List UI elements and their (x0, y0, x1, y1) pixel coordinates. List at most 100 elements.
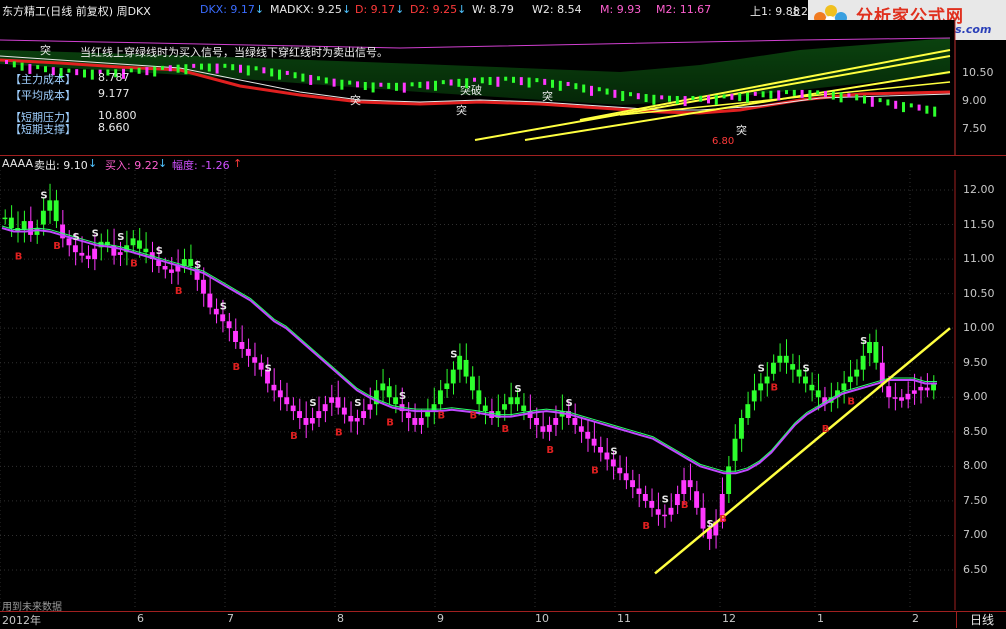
candle-body (738, 418, 744, 439)
candle-body (892, 397, 898, 399)
sell-signal-label: S (514, 384, 521, 395)
candle-body (245, 348, 251, 356)
y-tick-label: 10.00 (963, 321, 995, 335)
candle-body (117, 252, 123, 255)
buy-signal-label: B (437, 410, 445, 421)
candle-body (470, 376, 475, 391)
sell-signal-label: S (610, 446, 617, 457)
candle-body (297, 411, 302, 418)
y-tick-label: 9.50 (963, 355, 988, 369)
candle-body (188, 259, 194, 266)
buy-signal-label: B (719, 514, 727, 525)
candle-body (412, 418, 418, 425)
candle-body (34, 228, 40, 235)
buy-signal-label: B (642, 521, 650, 532)
y-tick-label: 11.50 (963, 217, 995, 231)
candle-body (534, 418, 539, 425)
candle-body (796, 369, 802, 377)
candle-body (386, 386, 392, 398)
candle-body (239, 342, 245, 349)
buy-signal-label: B (847, 397, 855, 408)
y-tick-label: 8.50 (963, 424, 988, 438)
indicator-buy-arrow: ↓ (158, 157, 168, 170)
buy-signal-label: B (546, 445, 554, 456)
x-tick-label: 1 (817, 612, 824, 625)
candle-body (546, 424, 552, 432)
candle-body (341, 407, 347, 415)
sell-signal-label: S (194, 260, 201, 271)
candle-body (918, 386, 924, 391)
candle-body (21, 221, 27, 230)
sell-signal-label: S (117, 232, 124, 243)
candle-body (290, 405, 296, 412)
buy-signal-label: B (53, 241, 61, 252)
candle-body (668, 507, 674, 515)
sell-signal-label: S (354, 398, 361, 409)
sell-signal-label: S (860, 336, 867, 347)
candle-body (674, 494, 680, 506)
candle-body (284, 397, 290, 405)
sell-signal-label: S (566, 398, 573, 409)
candle-body (450, 369, 456, 384)
period-label[interactable]: 日线 (956, 611, 1006, 628)
sell-signal-label: S (265, 363, 272, 374)
candle-body (252, 357, 258, 363)
candle-body (598, 447, 603, 453)
candle-body (226, 321, 232, 329)
buy-signal-label: B (822, 424, 830, 435)
candle-body (143, 248, 149, 253)
sell-signal-label: S (92, 229, 99, 240)
candle-body (841, 383, 847, 391)
candle-body (258, 362, 264, 370)
candle-body (309, 418, 315, 424)
candle-body (758, 383, 764, 391)
buy-signal-label: B (470, 410, 478, 421)
candle-body (463, 359, 469, 377)
candle-body (335, 397, 341, 408)
candle-body (482, 405, 488, 412)
candle-body (745, 404, 751, 418)
candle-body (617, 467, 623, 474)
candle-body (437, 390, 443, 405)
candle-body (572, 418, 578, 425)
candle-body (751, 390, 757, 402)
candle-body (687, 480, 693, 488)
candle-body (79, 252, 85, 256)
candle-body (630, 480, 636, 488)
candle-body (361, 411, 367, 418)
candle-body (40, 210, 46, 225)
candle-body (431, 404, 437, 412)
main-price-chart[interactable]: BBBBBB BBB BBBBBBBBBBSS S SSSSSS SSSSSSSSS SS (0, 170, 1006, 610)
candle-body (233, 330, 238, 342)
sell-signal-label: S (450, 350, 457, 361)
sell-signal-label: S (706, 519, 713, 530)
buy-signal-label: B (386, 417, 394, 428)
sell-signal-label: S (156, 246, 163, 257)
x-tick-label: 2 (912, 612, 919, 625)
y-tick-label: 8.00 (963, 459, 988, 473)
sell-signal-label: S (220, 301, 227, 312)
x-tick-label: 6 (137, 612, 144, 625)
y-tick-label: 6.50 (963, 563, 988, 576)
candle-body (777, 355, 783, 363)
candle-body (867, 342, 872, 354)
candle-body (604, 452, 610, 460)
candle-body (92, 248, 98, 260)
candle-body (72, 245, 78, 253)
candle-body (444, 383, 450, 389)
buy-signal-label: B (233, 362, 241, 373)
candle-body (502, 404, 507, 410)
candle-body (303, 418, 309, 425)
candle-body (726, 466, 732, 494)
candle-body (681, 480, 687, 494)
candle-body (803, 376, 808, 384)
buy-signal-label: B (175, 286, 183, 297)
y-tick-label: 7.00 (963, 528, 988, 542)
candle-body (886, 386, 892, 398)
candle-body (514, 397, 520, 405)
candle-body (271, 384, 277, 391)
candle-body (476, 390, 482, 405)
x-tick-label: 2012年 (2, 614, 41, 627)
candle-body (591, 438, 597, 446)
candle-body (924, 387, 930, 391)
